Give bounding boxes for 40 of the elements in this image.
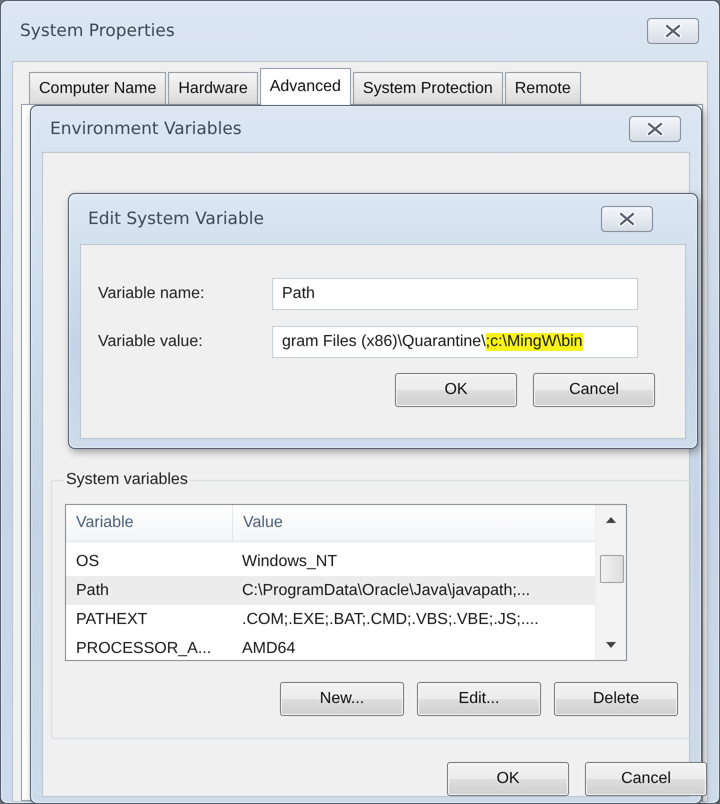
input-field[interactable]: Path	[272, 278, 638, 310]
window-title: Edit System Variable	[88, 209, 264, 229]
window-title: Environment Variables	[50, 119, 242, 139]
table-cell-text: Windows_NT	[241, 552, 338, 570]
table-cell-text: Path	[75, 582, 110, 600]
tab[interactable]: System Protection	[352, 72, 503, 104]
close-button[interactable]	[601, 206, 653, 232]
tab[interactable]: Advanced	[260, 68, 351, 105]
ok-button[interactable]: OK	[395, 373, 517, 407]
ok-button[interactable]: OK	[447, 762, 569, 796]
close-button[interactable]	[629, 116, 681, 142]
tab[interactable]: Hardware	[168, 72, 258, 104]
column-header[interactable]: Variable	[66, 505, 232, 541]
cancel-button[interactable]: Cancel	[533, 373, 655, 407]
new-button[interactable]: New...	[280, 682, 404, 716]
group-label: System variables	[64, 471, 190, 489]
selected-row[interactable]: Path C:\ProgramData\Oracle\Java\javapath;...	[66, 576, 596, 605]
table-cell-text: C:\ProgramData\Oracle\Java\javapath;...	[241, 582, 532, 600]
field-label: Variable value:	[98, 333, 204, 351]
edit-button[interactable]: Edit...	[417, 682, 541, 716]
scroll-down-icon[interactable]	[606, 642, 616, 648]
window-title: System Properties	[20, 21, 175, 41]
close-icon	[645, 122, 665, 136]
close-button[interactable]	[647, 18, 699, 44]
scroll-thumb[interactable]	[600, 555, 624, 583]
cancel-button[interactable]: Cancel	[585, 762, 707, 796]
table-cell-text: AMD64	[241, 640, 296, 658]
tab[interactable]: Computer Name	[29, 72, 166, 104]
input-field[interactable]: gram Files (x86)\Quarantine\;c:\MingW\bin	[272, 326, 638, 358]
table-cell-text: OS	[75, 552, 100, 570]
close-icon	[617, 212, 637, 226]
close-icon	[663, 24, 683, 38]
tab[interactable]: Remote	[504, 72, 581, 104]
table-cell-text: PROCESSOR_A...	[75, 640, 212, 658]
table-cell-text: .COM;.EXE;.BAT;.CMD;.VBS;.VBE;.JS;....	[241, 610, 540, 628]
table-cell-text: PATHEXT	[75, 610, 148, 628]
scroll-up-icon[interactable]	[606, 517, 616, 523]
scrollbar[interactable]	[595, 505, 626, 660]
field-label: Variable name:	[98, 285, 206, 303]
delete-button[interactable]: Delete	[554, 682, 678, 716]
